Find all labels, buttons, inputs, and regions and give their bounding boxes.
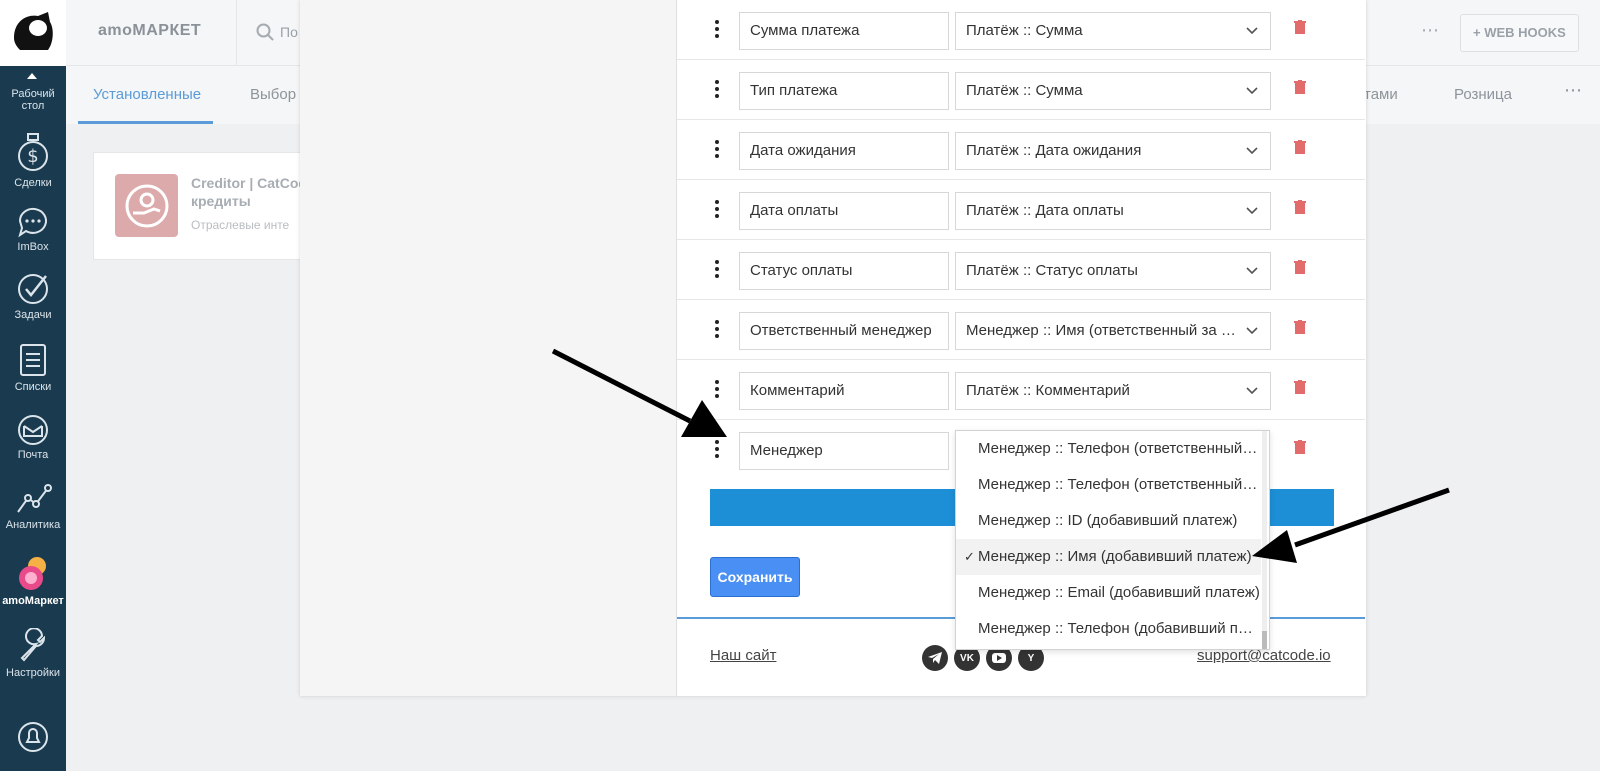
annotation-arrows (551, 348, 1450, 563)
arrow-left-icon (551, 348, 727, 437)
arrow-right-icon (1252, 487, 1450, 563)
